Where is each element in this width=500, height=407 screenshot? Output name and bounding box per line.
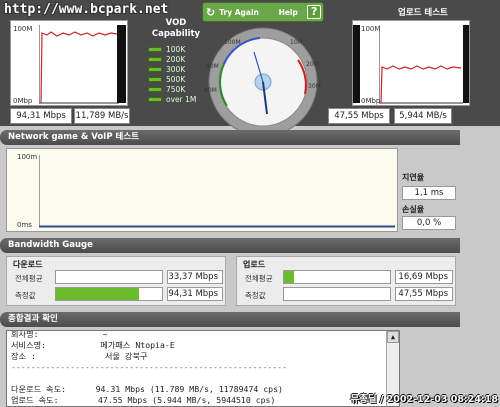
results-line <box>11 373 383 384</box>
upload-mbs-readout: 5,944 MB/s <box>394 108 452 124</box>
scroll-up-icon[interactable]: ▲ <box>387 331 399 343</box>
latency-value: 1,1 ms <box>402 186 456 200</box>
gauge-button-bar: ↻ Try Again Help ? <box>202 2 324 22</box>
vod-item: 200K <box>148 54 204 64</box>
results-line: 장소 : 서울 강북구 <box>11 351 148 361</box>
download-graph-line <box>40 31 118 104</box>
help-question-icon[interactable]: ? <box>307 5 322 19</box>
results-textarea[interactable]: 회사명: ~ 서비스명: 메가패스 Ntopia-E 장소 : 서울 강북구 -… <box>6 330 400 407</box>
vod-item: 100K <box>148 44 204 54</box>
vod-item: 500K <box>148 74 204 84</box>
results-line: 업로드 속도: 47.55 Mbps (5.944 MB/s, 5944510 … <box>11 395 276 405</box>
upload-bw-title: 업로드 <box>243 260 266 269</box>
network-graph: 100m 0ms <box>6 148 398 232</box>
upload-meas-bar <box>283 287 391 301</box>
vod-item: 750K <box>148 84 204 94</box>
upload-avg-label: 전체평균 <box>245 274 273 283</box>
network-graph-ymax: 100m <box>17 153 38 161</box>
download-avg-label: 전체평균 <box>15 274 43 283</box>
vod-led <box>148 46 162 52</box>
vod-title-line1: VOD <box>165 18 187 28</box>
vod-led <box>148 56 162 62</box>
results-section-header: 종합결과 확인 <box>0 312 460 327</box>
loss-label: 손실율 <box>402 205 425 214</box>
upload-meas-label: 측정값 <box>245 291 266 300</box>
results-line: ----------------------------------------… <box>11 362 288 372</box>
vod-capability-panel: VOD Capability 100K 200K 300K 500K 750K … <box>148 18 204 114</box>
speed-gauge: ↻ Try Again Help ? 100M 10M 20M 30M 90M … <box>200 0 326 136</box>
upload-bandwidth-panel: 업로드 전체평균 16,69 Mbps 측정값 47,55 Mbps <box>236 256 456 306</box>
timestamp-watermark: 뮤총딜 / 2002-12-03 08:24:18 <box>350 394 498 405</box>
results-line: 서비스명: 메가패스 Ntopia-E <box>11 340 175 350</box>
vod-led <box>148 76 162 82</box>
download-bandwidth-panel: 다운로드 전체평균 33,37 Mbps 측정값 94,31 Mbps <box>6 256 226 306</box>
download-meas-value: 94,31 Mbps <box>167 287 223 301</box>
download-avg-value: 33,37 Mbps <box>167 270 223 284</box>
vod-title-line2: Capability <box>151 29 201 39</box>
download-graph-level-bar <box>117 25 126 103</box>
download-mbs-readout: 11,789 MB/s <box>74 108 130 124</box>
upload-graph-ymin: 0Mbp <box>361 97 381 105</box>
results-line: 회사명: ~ <box>11 330 108 339</box>
download-graph: 100M 0Mbp <box>10 20 128 106</box>
gauge-dial: 100M 10M 20M 30M 90M 80M <box>204 27 321 132</box>
download-avg-bar <box>55 270 163 284</box>
download-meas-fill <box>56 288 139 300</box>
upload-avg-fill <box>284 271 294 283</box>
download-graph-plot <box>39 25 119 104</box>
gauge-tick-label: 10M <box>290 39 303 46</box>
latency-label: 지연율 <box>402 173 425 182</box>
gauge-tick-label: 30M <box>308 83 321 90</box>
network-graph-plot <box>39 155 395 228</box>
upload-mbps-readout: 47,55 Mbps <box>328 108 390 124</box>
upload-graph-left-bar <box>353 25 360 103</box>
upload-graph-level-bar <box>463 25 469 103</box>
vod-item: 300K <box>148 64 204 74</box>
gauge-tick-label: 20M <box>306 61 319 68</box>
network-graph-ymin: 0ms <box>17 221 32 229</box>
bandwidth-section-header: Bandwidth Gauge <box>0 238 460 253</box>
results-line: 다운로드 속도: 94.31 Mbps (11.789 MB/s, 117894… <box>11 384 283 394</box>
upload-avg-value: 16,69 Mbps <box>395 270 453 284</box>
refresh-icon[interactable]: ↻ <box>206 6 215 19</box>
upload-graph: 100M 0Mbp <box>352 20 470 106</box>
upload-graph-plot <box>379 25 463 104</box>
loss-value: 0,0 % <box>402 216 456 230</box>
gauge-tick-label: 90M <box>206 63 219 70</box>
upload-test-title: 업로드 테스트 <box>398 8 448 18</box>
download-bw-title: 다운로드 <box>13 260 43 269</box>
upload-avg-bar <box>283 270 391 284</box>
download-meas-label: 측정값 <box>15 291 36 300</box>
vod-led <box>148 86 162 92</box>
upload-graph-ymax: 100M <box>361 25 381 33</box>
vod-led <box>148 66 162 72</box>
network-section-header: Network game & VoIP 테스트 <box>0 130 460 145</box>
download-mbps-readout: 94,31 Mbps <box>10 108 72 124</box>
download-meas-bar <box>55 287 163 301</box>
download-graph-ymin: 0Mbp <box>13 97 33 105</box>
vod-item: over 1M <box>148 94 204 104</box>
results-text: 회사명: ~ 서비스명: 메가패스 Ntopia-E 장소 : 서울 강북구 -… <box>11 330 383 406</box>
vod-led <box>148 96 162 102</box>
upload-graph-line <box>380 65 462 104</box>
upload-meas-value: 47,55 Mbps <box>395 287 453 301</box>
gauge-tick-label: 100M <box>224 39 241 46</box>
try-again-button[interactable]: Try Again <box>219 8 269 17</box>
gauge-tick-label: 80M <box>204 87 217 94</box>
download-graph-ymax: 100M <box>13 25 33 33</box>
watermark: http://www.bcpark.net <box>4 2 169 17</box>
help-button[interactable]: Help <box>273 8 303 17</box>
